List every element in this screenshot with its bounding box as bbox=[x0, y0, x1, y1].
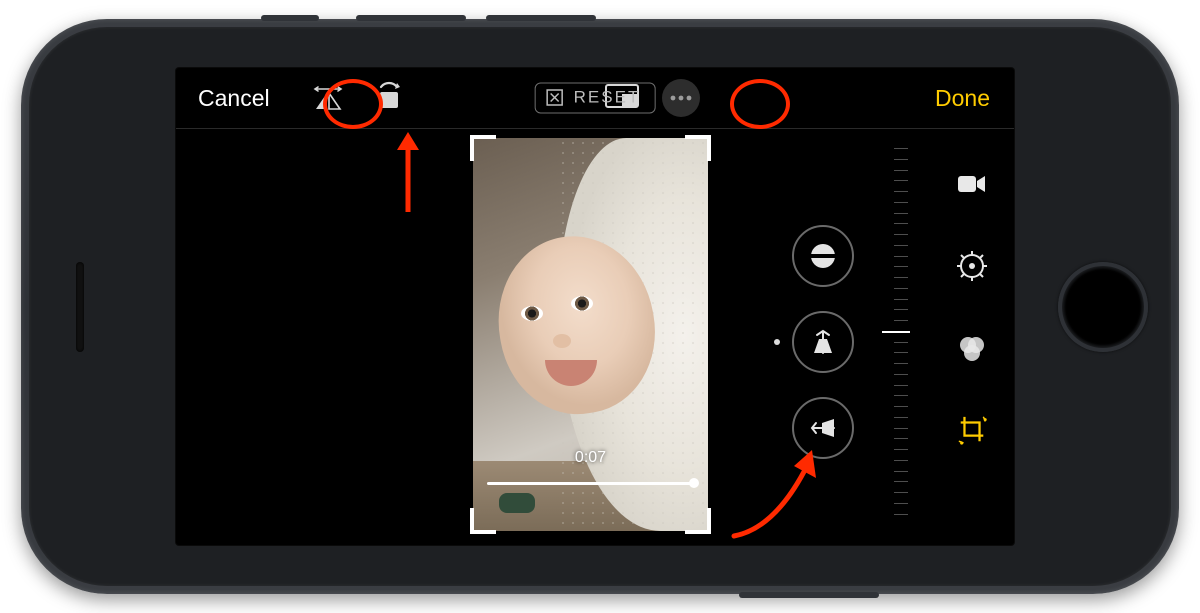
filters-mode-icon[interactable] bbox=[956, 332, 988, 364]
scrub-knob[interactable] bbox=[689, 478, 699, 488]
ruler-center-mark bbox=[882, 331, 910, 333]
angle-ruler[interactable] bbox=[888, 148, 908, 515]
reset-label: RESET bbox=[574, 88, 641, 108]
perspective-horizontal-icon bbox=[808, 415, 838, 441]
speaker-slot bbox=[76, 262, 84, 352]
volume-up-button bbox=[356, 15, 466, 21]
side-button bbox=[261, 15, 319, 21]
more-button[interactable] bbox=[662, 79, 700, 117]
crop-canvas[interactable]: 0:07 bbox=[473, 138, 708, 531]
reset-button[interactable]: RESET bbox=[535, 83, 656, 114]
perspective-vertical-button[interactable] bbox=[792, 311, 854, 373]
more-icon bbox=[670, 95, 692, 101]
crop-handle-tl[interactable] bbox=[470, 135, 496, 161]
video-scrubber[interactable]: 0:07 bbox=[487, 471, 694, 495]
reset-x-icon bbox=[546, 89, 564, 107]
rotate-icon[interactable] bbox=[372, 80, 406, 117]
annotation-arrow-rotate bbox=[393, 132, 423, 216]
video-mode-icon[interactable] bbox=[956, 168, 988, 200]
power-button bbox=[739, 592, 879, 598]
straighten-button[interactable] bbox=[792, 225, 854, 287]
crop-handle-br[interactable] bbox=[685, 508, 711, 534]
crop-mode-icon[interactable] bbox=[956, 414, 988, 446]
editor-topbar: Cancel bbox=[176, 68, 1014, 129]
perspective-horizontal-button[interactable] bbox=[792, 397, 854, 459]
phone-frame: Cancel bbox=[21, 19, 1179, 594]
perspective-vertical-icon bbox=[808, 329, 838, 355]
crop-handle-tr[interactable] bbox=[685, 135, 711, 161]
straighten-icon bbox=[806, 239, 840, 273]
edit-mode-strip bbox=[930, 68, 1014, 545]
active-dial-indicator bbox=[774, 339, 780, 345]
crop-handle-bl[interactable] bbox=[470, 508, 496, 534]
home-button[interactable] bbox=[1058, 262, 1148, 352]
volume-down-button bbox=[486, 15, 596, 21]
screen: Cancel bbox=[176, 68, 1014, 545]
video-time-label: 0:07 bbox=[575, 449, 606, 467]
cancel-button[interactable]: Cancel bbox=[198, 85, 270, 112]
adjust-mode-icon[interactable] bbox=[956, 250, 988, 282]
adjust-dials bbox=[780, 168, 866, 515]
flip-horizontal-icon[interactable] bbox=[312, 81, 344, 116]
